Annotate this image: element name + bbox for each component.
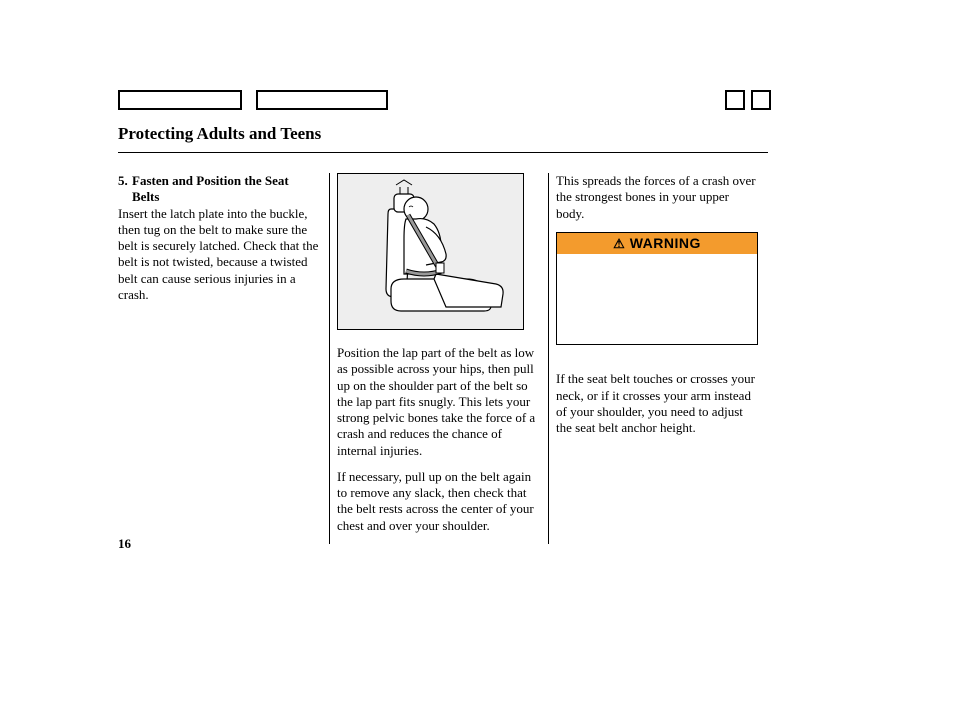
seatbelt-position-illustration	[346, 179, 516, 324]
col3-para1: This spreads the forces of a crash over …	[556, 173, 758, 222]
column-3: This spreads the forces of a crash over …	[556, 173, 768, 544]
manual-page: Protecting Adults and Teens 5.Fasten and…	[0, 0, 954, 710]
col2-para2: If necessary, pull up on the belt again …	[337, 469, 538, 534]
header-tab-boxes	[118, 90, 388, 110]
header-tab-box-1	[118, 90, 242, 110]
column-separator-2	[548, 173, 549, 544]
col1-para1: Insert the latch plate into the buckle, …	[118, 206, 319, 304]
step-number: 5.	[118, 173, 132, 189]
page-title: Protecting Adults and Teens	[118, 124, 321, 144]
title-rule	[118, 152, 768, 153]
header-nav-boxes	[725, 90, 771, 110]
warning-label: WARNING	[630, 235, 701, 251]
step-title-line1: Fasten and Position the Seat	[132, 173, 289, 188]
content-columns: 5.Fasten and Position the Seat Belts Ins…	[118, 173, 768, 544]
col2-para1: Position the lap part of the belt as low…	[337, 345, 538, 459]
step-title-line2: Belts	[118, 189, 319, 205]
column-separator-1	[329, 173, 330, 544]
warning-header: ⚠ WARNING	[557, 233, 757, 255]
warning-body	[557, 254, 757, 344]
column-2: Position the lap part of the belt as low…	[337, 173, 548, 544]
header-nav-box-2	[751, 90, 771, 110]
step-title: 5.Fasten and Position the Seat Belts	[118, 173, 319, 206]
header-nav-box-1	[725, 90, 745, 110]
header-tab-box-2	[256, 90, 388, 110]
column-1: 5.Fasten and Position the Seat Belts Ins…	[118, 173, 329, 544]
page-number: 16	[118, 536, 131, 552]
warning-box: ⚠ WARNING	[556, 232, 758, 346]
warning-triangle-icon: ⚠	[613, 236, 625, 251]
col3-para2: If the seat belt touches or crosses your…	[556, 371, 758, 436]
seatbelt-illustration-frame	[337, 173, 524, 330]
